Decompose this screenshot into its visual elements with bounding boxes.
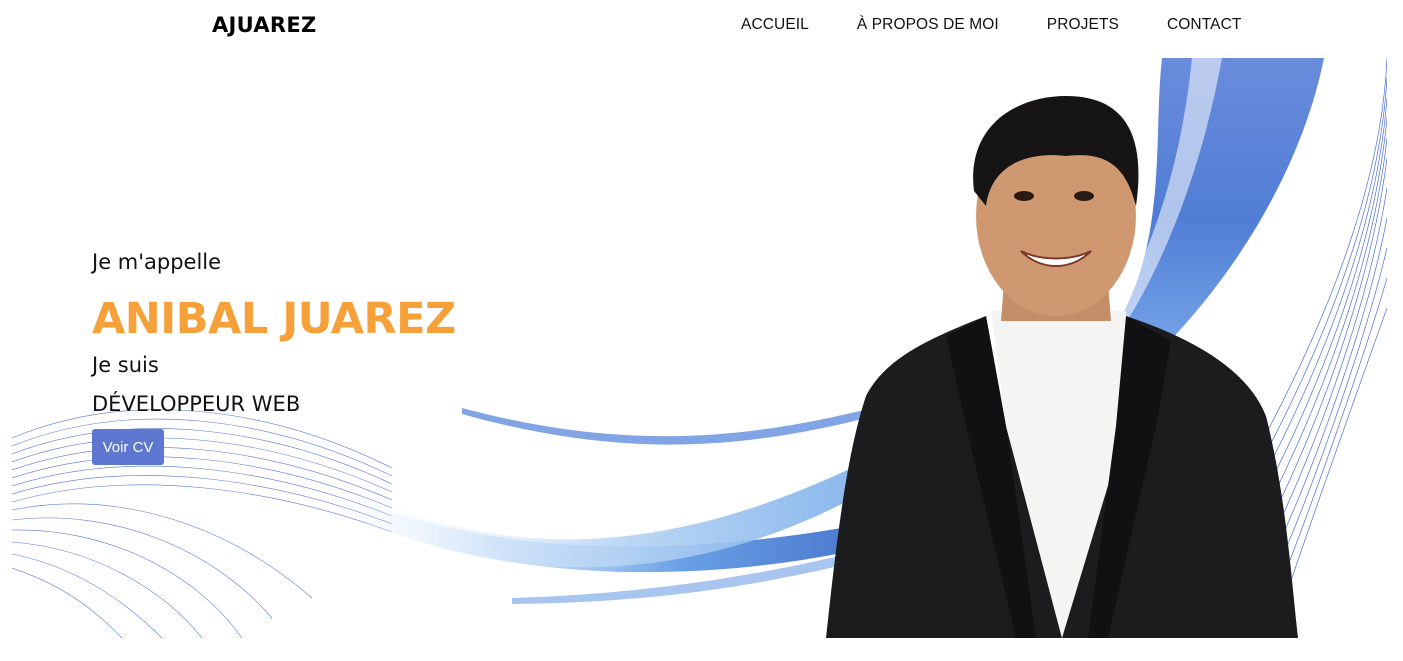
left-eye [1014, 191, 1034, 201]
nav-links: ACCUEIL À PROPOS DE MOI PROJETS CONTACT [741, 16, 1241, 34]
top-navbar: AJUAREZ ACCUEIL À PROPOS DE MOI PROJETS … [0, 0, 1403, 54]
role-title: DÉVELOPPEUR WEB [92, 392, 301, 416]
wave-ribbon-thin [462, 408, 874, 445]
nav-link-contact[interactable]: CONTACT [1167, 16, 1241, 34]
profile-photo [826, 96, 1298, 638]
intro-text: Je m'appelle [92, 250, 222, 274]
hero-section: Je m'appelle ANIBAL JUAREZ Je suis DÉVEL… [12, 58, 1387, 638]
view-cv-button[interactable]: Voir CV [92, 429, 164, 465]
nav-link-a-propos[interactable]: À PROPOS DE MOI [857, 16, 999, 34]
left-line-waves [12, 409, 393, 638]
right-eye [1074, 191, 1094, 201]
role-intro-text: Je suis [92, 353, 159, 377]
nav-link-accueil[interactable]: ACCUEIL [741, 16, 809, 34]
person-name: ANIBAL JUAREZ [92, 294, 456, 344]
nav-link-projets[interactable]: PROJETS [1047, 16, 1119, 34]
brand-logo[interactable]: AJUAREZ [212, 13, 317, 37]
